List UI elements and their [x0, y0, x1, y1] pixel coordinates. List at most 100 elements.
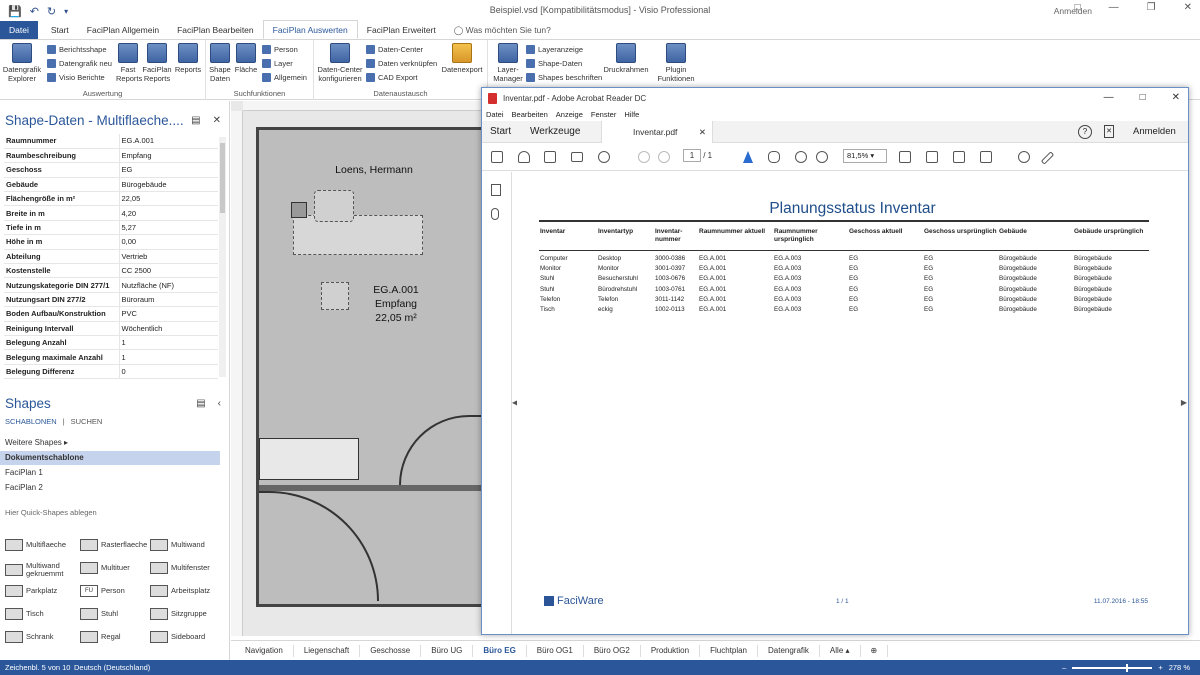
shape-daten-button[interactable]: Shape Daten [208, 43, 232, 83]
stencil-shape-item[interactable]: Multiwand gekruemmt [5, 562, 76, 578]
visio-berichte-button[interactable]: Visio Berichte [47, 73, 105, 82]
zoom-level[interactable]: 278 % [1169, 663, 1190, 672]
shape-data-row[interactable]: Kostenstelle CC 2500 [4, 263, 218, 279]
acrobat-menu-item[interactable]: Anzeige [556, 110, 583, 119]
shape-data-row[interactable]: Reinigung Intervall Wöchentlich [4, 321, 218, 336]
shape-data-row[interactable]: Nutzungsart DIN 277/2 Büroraum [4, 292, 218, 308]
shape-data-value[interactable]: 22,05 [119, 191, 218, 207]
shape-data-value[interactable]: Bürogebäude [119, 177, 218, 193]
shape-data-row[interactable]: Raumbeschreibung Empfang [4, 148, 218, 164]
visitor-chair-shape[interactable] [321, 282, 349, 310]
shape-data-value[interactable]: EG [119, 162, 218, 178]
shape-data-row[interactable]: Belegung maximale Anzahl 1 [4, 349, 218, 365]
shape-daten-small-button[interactable]: Shape-Daten [526, 59, 582, 68]
mobile-link-icon[interactable]: ✕ [1104, 125, 1114, 138]
shape-data-value[interactable]: 5,27 [119, 220, 218, 236]
tab-datei[interactable]: Datei [0, 21, 38, 39]
door-arc-shape[interactable] [259, 491, 379, 601]
shape-data-row[interactable]: Belegung Anzahl 1 [4, 335, 218, 351]
shape-data-value[interactable]: CC 2500 [119, 263, 218, 279]
shape-data-row[interactable]: Höhe in m 0,00 [4, 234, 218, 250]
person-search-button[interactable]: Person [262, 45, 298, 54]
shape-data-row[interactable]: Nutzungskategorie DIN 277/1 Nutzfläche (N… [4, 277, 218, 293]
stencil-shape-item[interactable]: Parkplatz [5, 585, 57, 597]
help-icon[interactable]: ? [1078, 125, 1092, 139]
acrobat-minimize-icon[interactable]: — [1104, 92, 1114, 103]
acrobat-maximize-icon[interactable]: □ [1140, 92, 1146, 103]
shapes-pin-icon[interactable]: ▤ [196, 398, 205, 409]
fast-reports-button[interactable]: Fast Reports [116, 43, 142, 83]
datenexport-button[interactable]: Datenexport [440, 43, 484, 74]
stencil-shape-item[interactable]: FU Person [80, 585, 125, 597]
acrobat-signin-button[interactable]: Anmelden [1133, 126, 1176, 137]
add-sheet-icon[interactable]: ⊕ [861, 644, 889, 657]
shape-data-value[interactable]: 0,00 [119, 234, 218, 250]
tab-suchen[interactable]: SUCHEN [71, 417, 103, 426]
download-icon[interactable] [980, 151, 992, 163]
shape-data-value[interactable]: EG.A.001 [119, 134, 218, 149]
crop-icon[interactable] [899, 151, 911, 163]
page-down-icon[interactable] [658, 151, 670, 163]
minimize-icon[interactable]: — [1109, 2, 1119, 13]
zoom-out-pdf-icon[interactable] [795, 151, 807, 163]
sheet-tab[interactable]: Datengrafik [758, 644, 820, 657]
collapse-icon[interactable]: ‹ [218, 398, 221, 409]
sheet-tab[interactable]: Büro UG [421, 644, 474, 657]
daten-verknuepfen-button[interactable]: Daten verknüpfen [366, 59, 437, 68]
datengrafik-neu-button[interactable]: Datengrafik neu [47, 59, 112, 68]
room-shape[interactable] [256, 127, 482, 607]
tab-start[interactable]: Start [42, 21, 78, 39]
door-shape[interactable] [399, 415, 482, 485]
cad-export-button[interactable]: CAD Export [366, 73, 418, 82]
pen-icon[interactable] [1040, 151, 1055, 165]
layeranzeige-button[interactable]: Layeranzeige [526, 45, 583, 54]
save-pdf-icon[interactable] [491, 151, 503, 163]
shape-data-value[interactable]: Empfang [119, 148, 218, 164]
fullscreen-icon[interactable] [953, 151, 965, 163]
druckrahmen-button[interactable]: Druckrahmen [602, 43, 650, 74]
comment-icon[interactable] [1018, 151, 1030, 163]
pages-icon[interactable] [491, 184, 501, 196]
berichtsshape-button[interactable]: Berichtsshape [47, 45, 107, 54]
tab-faciplan-auswerten[interactable]: FaciPlan Auswerten [262, 20, 358, 39]
desk-shape[interactable] [293, 215, 423, 255]
faciplan-reports-button[interactable]: FaciPlan Reports [142, 43, 172, 83]
shape-data-row[interactable]: Tiefe in m 5,27 [4, 220, 218, 236]
stencil-shape-item[interactable]: Tisch [5, 608, 44, 620]
stencil-dokumentschablone[interactable]: Dokumentschablone [0, 451, 220, 465]
sheet-tab[interactable]: Geschosse [360, 644, 422, 657]
shape-data-row[interactable]: Raumnummer EG.A.001 [4, 134, 218, 149]
shape-data-row[interactable]: Belegung Differenz 0 [4, 364, 218, 380]
shape-data-value[interactable]: PVC [119, 306, 218, 322]
hand-tool-icon[interactable] [768, 151, 780, 163]
sheet-tab[interactable]: Fluchtplan [700, 644, 758, 657]
monitor-shape[interactable] [291, 202, 307, 218]
datencenter-konfigurieren-button[interactable]: Daten-Center konfigurieren [316, 43, 364, 83]
stencil-shape-item[interactable]: Rasterflaeche [80, 539, 147, 551]
tab-schablonen[interactable]: SCHABLONEN [5, 417, 57, 426]
zoom-out-icon[interactable]: – [1062, 663, 1066, 672]
shapes-beschriften-button[interactable]: Shapes beschriften [526, 73, 602, 82]
reports-button[interactable]: Reports [173, 43, 203, 74]
tab-faciplan-erweitert[interactable]: FaciPlan Erweitert [358, 21, 445, 39]
acrobat-close-icon[interactable]: ✕ [1172, 92, 1180, 103]
zoom-in-pdf-icon[interactable] [816, 151, 828, 163]
tab-faciplan-allgemein[interactable]: FaciPlan Allgemein [78, 21, 168, 39]
attachment-icon[interactable] [491, 208, 499, 220]
maximize-icon[interactable]: ❐ [1147, 2, 1156, 13]
sheet-tab[interactable]: Produktion [641, 644, 701, 657]
zoom-select[interactable]: 81,5% ▾ [843, 149, 887, 163]
acrobat-menu-item[interactable]: Fenster [591, 110, 616, 119]
zoom-in-icon[interactable]: + [1158, 663, 1162, 672]
stencil-shape-item[interactable]: Stuhl [80, 608, 118, 620]
acrobat-tab-start[interactable]: Start [490, 126, 511, 137]
shape-data-value[interactable]: 1 [119, 349, 218, 365]
select-cursor-icon[interactable] [743, 151, 753, 163]
sheet-tab[interactable]: Liegenschaft [294, 644, 361, 657]
stencil-shape-item[interactable]: Multiflaeche [5, 539, 66, 551]
shape-data-value[interactable]: Wöchentlich [119, 321, 218, 336]
sheet-tab[interactable]: Büro OG1 [527, 644, 584, 657]
shape-data-value[interactable]: Nutzfläche (NF) [119, 277, 218, 293]
sheet-tab[interactable]: Büro EG [473, 644, 527, 657]
shape-data-value[interactable]: 0 [119, 364, 218, 380]
